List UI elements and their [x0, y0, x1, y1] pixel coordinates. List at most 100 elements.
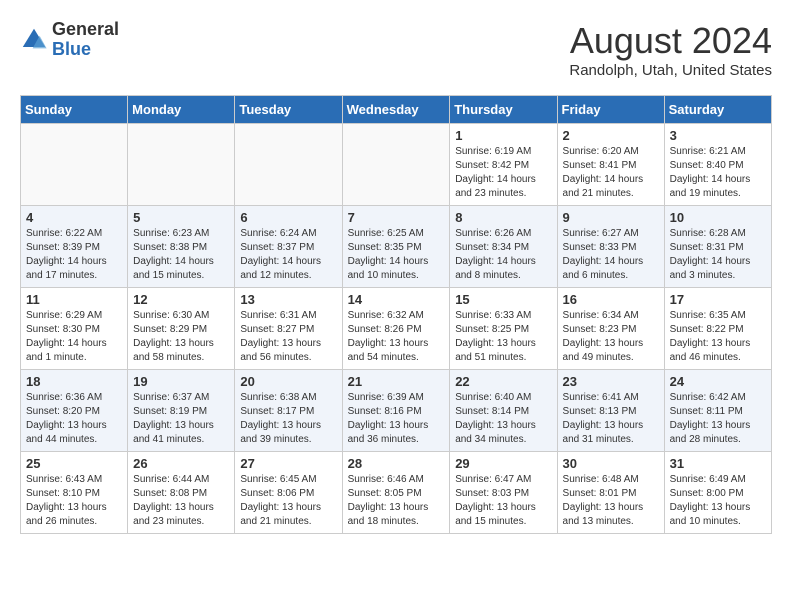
day-info: Sunrise: 6:43 AM Sunset: 8:10 PM Dayligh… — [26, 473, 122, 529]
day-info: Sunrise: 6:19 AM Sunset: 8:42 PM Dayligh… — [455, 145, 551, 201]
day-number: 24 — [670, 374, 766, 389]
day-number: 13 — [240, 292, 336, 307]
calendar-cell: 22 Sunrise: 6:40 AM Sunset: 8:14 PM Dayli… — [450, 370, 557, 452]
calendar-cell: 1 Sunrise: 6:19 AM Sunset: 8:42 PM Daylig… — [450, 124, 557, 206]
calendar-cell: 23 Sunrise: 6:41 AM Sunset: 8:13 PM Dayli… — [557, 370, 664, 452]
day-info: Sunrise: 6:20 AM Sunset: 8:41 PM Dayligh… — [563, 145, 659, 201]
month-title: August 2024 — [569, 20, 772, 62]
calendar-cell: 12 Sunrise: 6:30 AM Sunset: 8:29 PM Dayli… — [128, 288, 235, 370]
day-info: Sunrise: 6:24 AM Sunset: 8:37 PM Dayligh… — [240, 227, 336, 283]
weekday-header-tuesday: Tuesday — [235, 96, 342, 124]
day-number: 28 — [348, 456, 445, 471]
location: Randolph, Utah, United States — [569, 62, 772, 79]
calendar-cell: 27 Sunrise: 6:45 AM Sunset: 8:06 PM Dayli… — [235, 452, 342, 534]
day-number: 3 — [670, 128, 766, 143]
calendar-cell: 9Sunrise: 6:27 AM Sunset: 8:33 PM Daylig… — [557, 206, 664, 288]
day-number: 16 — [563, 292, 659, 307]
calendar-cell: 26 Sunrise: 6:44 AM Sunset: 8:08 PM Dayli… — [128, 452, 235, 534]
calendar-cell: 13Sunrise: 6:31 AM Sunset: 8:27 PM Dayli… — [235, 288, 342, 370]
day-number: 2 — [563, 128, 659, 143]
day-number: 14 — [348, 292, 445, 307]
calendar-cell: 10 Sunrise: 6:28 AM Sunset: 8:31 PM Dayli… — [664, 206, 771, 288]
day-info: Sunrise: 6:42 AM Sunset: 8:11 PM Dayligh… — [670, 391, 766, 447]
day-info: Sunrise: 6:32 AM Sunset: 8:26 PM Dayligh… — [348, 309, 445, 365]
day-number: 12 — [133, 292, 229, 307]
page-header: General Blue August 2024 Randolph, Utah,… — [20, 20, 772, 79]
day-info: Sunrise: 6:27 AM Sunset: 8:33 PM Dayligh… — [563, 227, 659, 283]
day-info: Sunrise: 6:40 AM Sunset: 8:14 PM Dayligh… — [455, 391, 551, 447]
day-info: Sunrise: 6:30 AM Sunset: 8:29 PM Dayligh… — [133, 309, 229, 365]
day-info: Sunrise: 6:23 AM Sunset: 8:38 PM Dayligh… — [133, 227, 229, 283]
day-info: Sunrise: 6:26 AM Sunset: 8:34 PM Dayligh… — [455, 227, 551, 283]
calendar-cell: 20 Sunrise: 6:38 AM Sunset: 8:17 PM Dayli… — [235, 370, 342, 452]
calendar-cell: 17Sunrise: 6:35 AM Sunset: 8:22 PM Dayli… — [664, 288, 771, 370]
day-number: 10 — [670, 210, 766, 225]
day-info: Sunrise: 6:22 AM Sunset: 8:39 PM Dayligh… — [26, 227, 122, 283]
calendar-cell: 30Sunrise: 6:48 AM Sunset: 8:01 PM Dayli… — [557, 452, 664, 534]
calendar-cell: 29Sunrise: 6:47 AM Sunset: 8:03 PM Dayli… — [450, 452, 557, 534]
day-info: Sunrise: 6:34 AM Sunset: 8:23 PM Dayligh… — [563, 309, 659, 365]
calendar-cell: 31 Sunrise: 6:49 AM Sunset: 8:00 PM Dayli… — [664, 452, 771, 534]
day-number: 19 — [133, 374, 229, 389]
day-number: 5 — [133, 210, 229, 225]
day-info: Sunrise: 6:49 AM Sunset: 8:00 PM Dayligh… — [670, 473, 766, 529]
calendar-cell: 28 Sunrise: 6:46 AM Sunset: 8:05 PM Dayli… — [342, 452, 450, 534]
calendar-week-row: 25 Sunrise: 6:43 AM Sunset: 8:10 PM Dayli… — [21, 452, 772, 534]
calendar-cell — [128, 124, 235, 206]
calendar-week-row: 1 Sunrise: 6:19 AM Sunset: 8:42 PM Daylig… — [21, 124, 772, 206]
day-info: Sunrise: 6:46 AM Sunset: 8:05 PM Dayligh… — [348, 473, 445, 529]
calendar-table: SundayMondayTuesdayWednesdayThursdayFrid… — [20, 95, 772, 534]
calendar-cell: 15Sunrise: 6:33 AM Sunset: 8:25 PM Dayli… — [450, 288, 557, 370]
calendar-cell: 8Sunrise: 6:26 AM Sunset: 8:34 PM Daylig… — [450, 206, 557, 288]
calendar-cell: 14 Sunrise: 6:32 AM Sunset: 8:26 PM Dayli… — [342, 288, 450, 370]
calendar-cell — [342, 124, 450, 206]
weekday-header-monday: Monday — [128, 96, 235, 124]
weekday-header-saturday: Saturday — [664, 96, 771, 124]
day-number: 21 — [348, 374, 445, 389]
calendar-cell: 21 Sunrise: 6:39 AM Sunset: 8:16 PM Dayli… — [342, 370, 450, 452]
day-info: Sunrise: 6:41 AM Sunset: 8:13 PM Dayligh… — [563, 391, 659, 447]
day-info: Sunrise: 6:28 AM Sunset: 8:31 PM Dayligh… — [670, 227, 766, 283]
day-number: 6 — [240, 210, 336, 225]
day-number: 4 — [26, 210, 122, 225]
day-number: 7 — [348, 210, 445, 225]
day-info: Sunrise: 6:39 AM Sunset: 8:16 PM Dayligh… — [348, 391, 445, 447]
calendar-cell: 18 Sunrise: 6:36 AM Sunset: 8:20 PM Dayli… — [21, 370, 128, 452]
calendar-cell: 6 Sunrise: 6:24 AM Sunset: 8:37 PM Daylig… — [235, 206, 342, 288]
day-number: 1 — [455, 128, 551, 143]
calendar-cell: 7 Sunrise: 6:25 AM Sunset: 8:35 PM Daylig… — [342, 206, 450, 288]
calendar-cell: 4 Sunrise: 6:22 AM Sunset: 8:39 PM Daylig… — [21, 206, 128, 288]
calendar-cell — [235, 124, 342, 206]
day-number: 20 — [240, 374, 336, 389]
day-number: 18 — [26, 374, 122, 389]
day-number: 27 — [240, 456, 336, 471]
day-info: Sunrise: 6:29 AM Sunset: 8:30 PM Dayligh… — [26, 309, 122, 365]
calendar-week-row: 11 Sunrise: 6:29 AM Sunset: 8:30 PM Dayli… — [21, 288, 772, 370]
day-info: Sunrise: 6:44 AM Sunset: 8:08 PM Dayligh… — [133, 473, 229, 529]
day-info: Sunrise: 6:33 AM Sunset: 8:25 PM Dayligh… — [455, 309, 551, 365]
day-number: 26 — [133, 456, 229, 471]
logo-text: General Blue — [52, 20, 119, 60]
calendar-week-row: 4 Sunrise: 6:22 AM Sunset: 8:39 PM Daylig… — [21, 206, 772, 288]
day-number: 29 — [455, 456, 551, 471]
weekday-header-sunday: Sunday — [21, 96, 128, 124]
day-number: 23 — [563, 374, 659, 389]
day-number: 11 — [26, 292, 122, 307]
weekday-header-row: SundayMondayTuesdayWednesdayThursdayFrid… — [21, 96, 772, 124]
day-number: 22 — [455, 374, 551, 389]
day-number: 31 — [670, 456, 766, 471]
day-number: 25 — [26, 456, 122, 471]
day-info: Sunrise: 6:25 AM Sunset: 8:35 PM Dayligh… — [348, 227, 445, 283]
day-info: Sunrise: 6:38 AM Sunset: 8:17 PM Dayligh… — [240, 391, 336, 447]
calendar-cell: 25 Sunrise: 6:43 AM Sunset: 8:10 PM Dayli… — [21, 452, 128, 534]
logo: General Blue — [20, 20, 119, 60]
weekday-header-thursday: Thursday — [450, 96, 557, 124]
day-info: Sunrise: 6:36 AM Sunset: 8:20 PM Dayligh… — [26, 391, 122, 447]
day-info: Sunrise: 6:48 AM Sunset: 8:01 PM Dayligh… — [563, 473, 659, 529]
calendar-cell: 19Sunrise: 6:37 AM Sunset: 8:19 PM Dayli… — [128, 370, 235, 452]
calendar-cell: 24 Sunrise: 6:42 AM Sunset: 8:11 PM Dayli… — [664, 370, 771, 452]
day-info: Sunrise: 6:45 AM Sunset: 8:06 PM Dayligh… — [240, 473, 336, 529]
day-info: Sunrise: 6:35 AM Sunset: 8:22 PM Dayligh… — [670, 309, 766, 365]
calendar-cell: 16 Sunrise: 6:34 AM Sunset: 8:23 PM Dayli… — [557, 288, 664, 370]
calendar-cell — [21, 124, 128, 206]
